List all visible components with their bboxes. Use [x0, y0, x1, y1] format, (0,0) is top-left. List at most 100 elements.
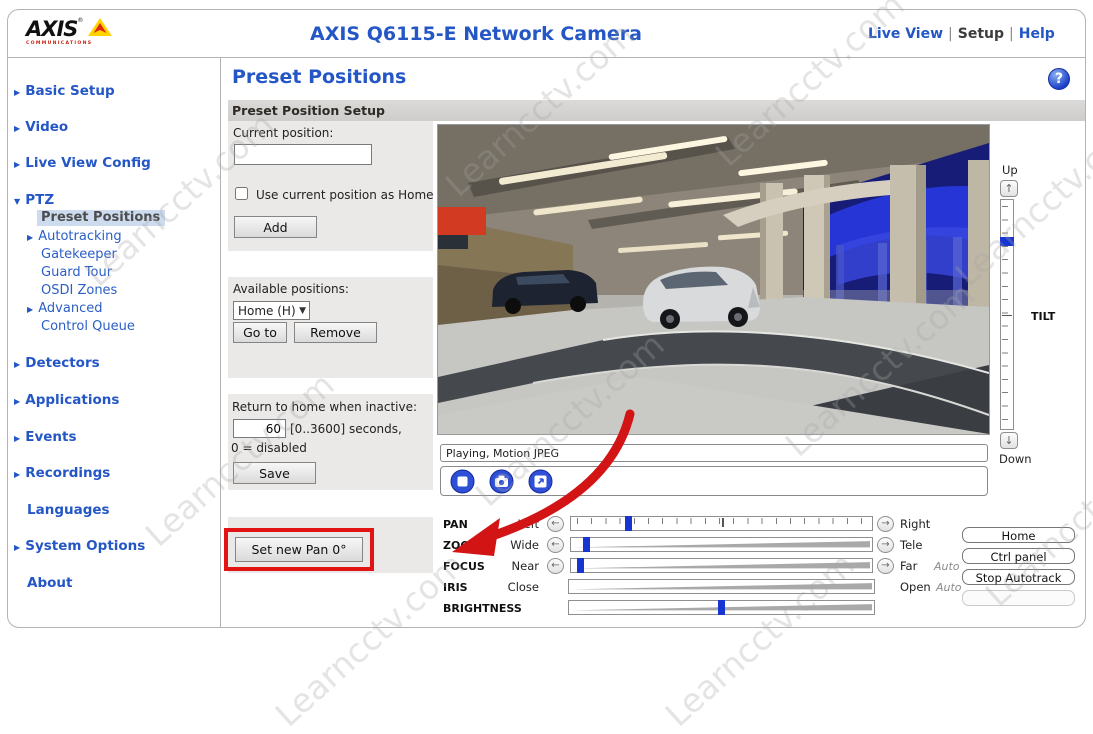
brightness-handle[interactable] [718, 600, 725, 615]
pan-left-arrow[interactable]: ← [547, 516, 564, 532]
tilt-down-button[interactable]: ↓ [1000, 432, 1018, 449]
pan-center-tick [722, 518, 724, 527]
iris-slider[interactable] [568, 579, 875, 594]
stop-icon[interactable] [450, 469, 475, 498]
focus-auto-label: Auto [934, 560, 960, 573]
brightness-slider[interactable] [568, 600, 875, 615]
chevron-right-icon: ▶ [14, 543, 20, 552]
pan-handle[interactable] [625, 516, 632, 531]
chevron-right-icon: ▶ [14, 160, 20, 169]
focus-near-label: Near [473, 559, 539, 573]
sidebar-item-autotracking[interactable]: ▶ Autotracking [27, 225, 122, 244]
focus-slider-row: FOCUS Near ← → Far Auto [443, 558, 988, 575]
video-status-bar: Playing, Motion JPEG [440, 444, 988, 462]
sidebar-item-control-queue[interactable]: Control Queue [41, 315, 135, 334]
add-button[interactable]: Add [234, 216, 317, 238]
iris-close-label: Close [473, 580, 539, 594]
sidebar-item-recordings[interactable]: ▶ Recordings [14, 462, 110, 481]
use-home-label: Use current position as Home [256, 188, 434, 202]
sidebar-item-about[interactable]: About [27, 572, 72, 591]
top-nav: Live View|Setup|Help [868, 26, 1055, 42]
goto-button[interactable]: Go to [233, 322, 287, 343]
available-positions-select[interactable]: Home (H) ▼ [233, 301, 310, 320]
iris-wedge [571, 582, 872, 591]
focus-near-arrow[interactable]: ← [547, 558, 564, 574]
chevron-down-icon: ▼ [14, 197, 20, 206]
sidebar-item-events[interactable]: ▶ Events [14, 426, 77, 445]
focus-handle[interactable] [577, 558, 584, 573]
zoom-wide-arrow[interactable]: ← [547, 537, 564, 553]
logo-sub-text: COMMUNICATIONS [26, 41, 112, 46]
sidebar-item-video[interactable]: ▶ Video [14, 116, 68, 135]
tilt-center-tick [1002, 315, 1012, 316]
sidebar-item-preset-positions[interactable]: Preset Positions [37, 206, 165, 225]
iris-slider-row: IRIS Close Open Auto [443, 579, 988, 596]
sidebar-item-applications[interactable]: ▶ Applications [14, 389, 119, 408]
tilt-label: TILT [1031, 310, 1055, 323]
current-position-input[interactable] [234, 144, 372, 165]
available-positions-label: Available positions: [233, 282, 349, 296]
pan-slider-row: PAN Left ← → Right [443, 516, 988, 533]
help-icon[interactable]: ? [1048, 68, 1070, 90]
pan-right-arrow[interactable]: → [877, 516, 894, 532]
sidebar-divider [220, 58, 221, 627]
use-home-checkbox[interactable] [235, 187, 248, 200]
tilt-down-label: Down [999, 452, 1032, 466]
chevron-right-icon: ▶ [14, 434, 20, 443]
sidebar-item-osdi-zones[interactable]: OSDI Zones [41, 279, 117, 298]
timeout-disabled-label: 0 = disabled [231, 441, 307, 455]
focus-slider[interactable] [570, 558, 873, 573]
ctrl-panel-button[interactable]: Ctrl panel [962, 548, 1075, 564]
sidebar-item-live-view-config[interactable]: ▶ Live View Config [14, 152, 151, 171]
chevron-right-icon: ▶ [27, 305, 33, 314]
zoom-tele-arrow[interactable]: → [877, 537, 894, 553]
live-video-image[interactable] [437, 124, 990, 435]
chevron-right-icon: ▶ [14, 360, 20, 369]
stop-autotrack-button[interactable]: Stop Autotrack [962, 569, 1075, 585]
nav-separator: | [1004, 26, 1019, 42]
zoom-handle[interactable] [583, 537, 590, 552]
snapshot-icon[interactable] [489, 469, 514, 498]
axis-logo: AXIS® COMMUNICATIONS [26, 17, 112, 46]
save-button[interactable]: Save [233, 462, 316, 484]
nav-live-view-link[interactable]: Live View [868, 26, 943, 42]
tilt-slider[interactable] [1000, 199, 1014, 430]
logo-registered-mark: ® [77, 17, 83, 24]
sidebar-item-gatekeeper[interactable]: Gatekeeper [41, 243, 117, 262]
brightness-slider-row: BRIGHTNESS [443, 600, 988, 617]
nav-separator: | [943, 26, 958, 42]
focus-far-arrow[interactable]: → [877, 558, 894, 574]
sidebar-item-advanced[interactable]: ▶ Advanced [27, 297, 102, 316]
tilt-up-label: Up [1002, 163, 1018, 177]
timeout-input[interactable] [233, 419, 286, 438]
sidebar-item-basic-setup[interactable]: ▶ Basic Setup [14, 80, 115, 99]
sidebar-item-detectors[interactable]: ▶ Detectors [14, 352, 100, 371]
current-position-label: Current position: [233, 126, 333, 140]
chevron-right-icon: ▶ [14, 470, 20, 479]
chevron-right-icon: ▶ [14, 88, 20, 97]
video-toolbar [440, 466, 988, 496]
remove-button[interactable]: Remove [294, 322, 377, 343]
sidebar-item-system-options[interactable]: ▶ System Options [14, 535, 145, 554]
zoom-slider-row: ZOOM Wide ← → Tele [443, 537, 988, 554]
home-button[interactable]: Home [962, 527, 1075, 543]
new-window-icon[interactable] [528, 469, 553, 498]
chevron-right-icon: ▶ [27, 233, 33, 242]
nav-help-link[interactable]: Help [1019, 26, 1055, 42]
zoom-wedge [573, 540, 870, 549]
axis-triangle-icon [88, 18, 112, 38]
tilt-handle[interactable] [1000, 237, 1014, 246]
pan-right-label: Right [900, 517, 930, 531]
tilt-up-button[interactable]: ↑ [1000, 180, 1018, 197]
selected-position: Home (H) [238, 304, 296, 318]
sidebar-item-languages[interactable]: Languages [27, 499, 110, 518]
nav-setup-link[interactable]: Setup [958, 26, 1004, 42]
iris-auto-label: Auto [936, 581, 962, 594]
highlight-box [224, 528, 374, 571]
sidebar-item-guard-tour[interactable]: Guard Tour [41, 261, 112, 280]
focus-wedge [573, 561, 870, 570]
section-header: Preset Position Setup [228, 100, 1085, 121]
pan-slider[interactable] [570, 516, 873, 531]
iris-open-label: Open [900, 580, 931, 594]
zoom-slider[interactable] [570, 537, 873, 552]
